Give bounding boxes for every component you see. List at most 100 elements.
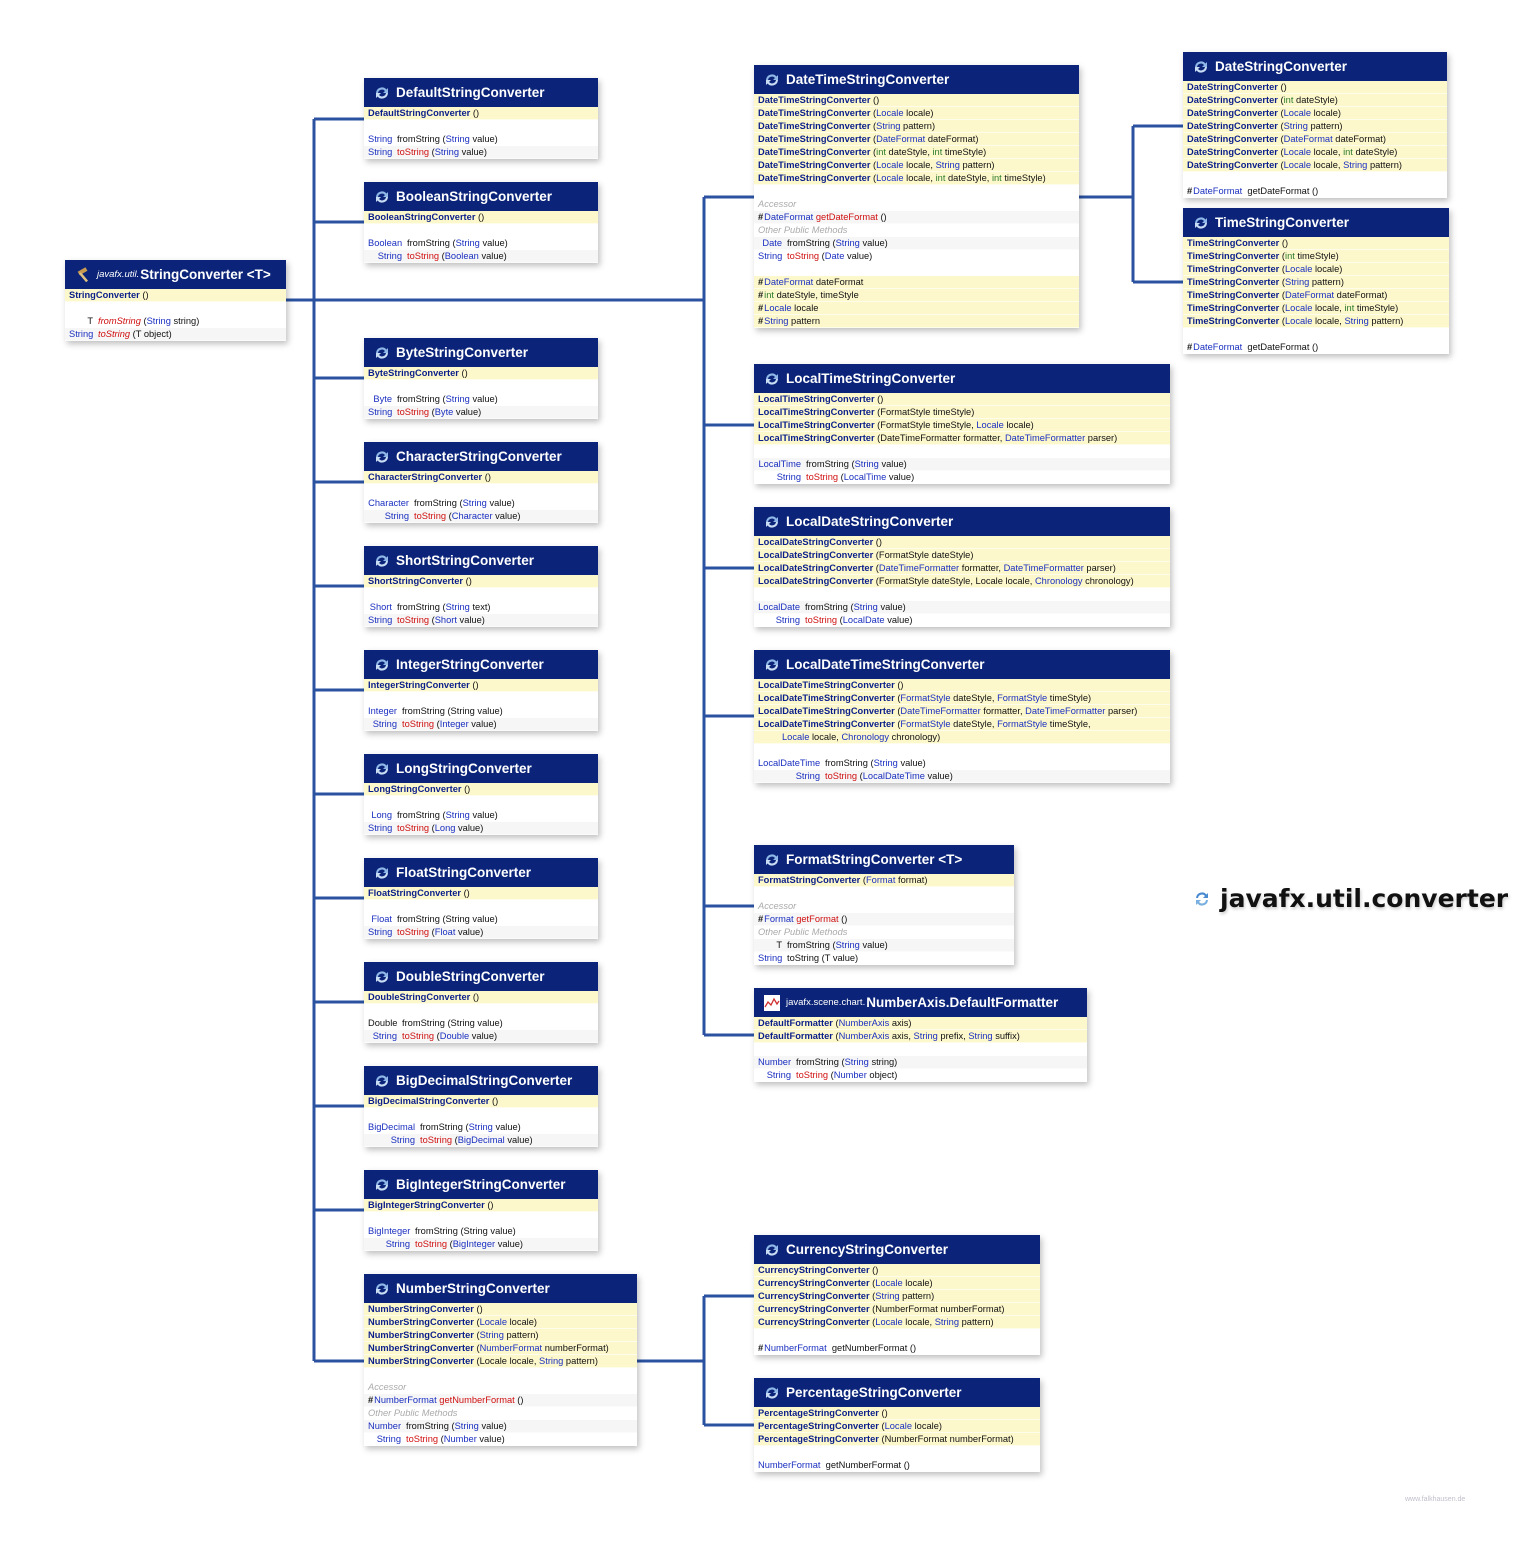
class-header[interactable]: BigDecimalStringConverter bbox=[364, 1066, 598, 1095]
accessor-row[interactable]: #Format getFormat () bbox=[754, 913, 1014, 926]
class-header[interactable]: ShortStringConverter bbox=[364, 546, 598, 575]
class-header[interactable]: LongStringConverter bbox=[364, 754, 598, 783]
method-row[interactable]: String toString (LocalTime value) bbox=[754, 471, 1170, 484]
class-header[interactable]: TimeStringConverter bbox=[1183, 208, 1449, 237]
class-header[interactable]: LocalDateStringConverter bbox=[754, 507, 1170, 536]
constructor-row[interactable]: CurrencyStringConverter (Locale locale, … bbox=[754, 1316, 1040, 1329]
class-box-FormatStringConverter[interactable]: FormatStringConverter <T> FormatStringCon… bbox=[754, 845, 1014, 965]
method-row[interactable]: Long fromString (String value) bbox=[364, 809, 598, 822]
class-box-LongStringConverter[interactable]: LongStringConverter LongStringConverter (… bbox=[364, 754, 598, 835]
constructor-row[interactable]: DoubleStringConverter () bbox=[364, 991, 598, 1004]
constructor-row[interactable]: DateStringConverter (Locale locale, int … bbox=[1183, 146, 1447, 159]
class-box-LocalTimeStringConverter[interactable]: LocalTimeStringConverter LocalTimeStringC… bbox=[754, 364, 1170, 484]
constructor-row[interactable]: DateTimeStringConverter (String pattern) bbox=[754, 120, 1079, 133]
class-box-LocalDateStringConverter[interactable]: LocalDateStringConverter LocalDateStringC… bbox=[754, 507, 1170, 627]
field-row[interactable]: #Locale locale bbox=[754, 302, 1079, 315]
class-box-PercentageStringConverter[interactable]: PercentageStringConverter PercentageStrin… bbox=[754, 1378, 1040, 1472]
constructor-row[interactable]: TimeStringConverter (Locale locale, int … bbox=[1183, 302, 1449, 315]
accessor-row[interactable]: NumberFormat getNumberFormat () bbox=[754, 1459, 1040, 1472]
constructor-row[interactable]: DefaultFormatter (NumberAxis axis, Strin… bbox=[754, 1030, 1087, 1043]
constructor-row[interactable]: FormatStringConverter (Format format) bbox=[754, 874, 1014, 887]
accessor-row[interactable]: #NumberFormat getNumberFormat () bbox=[364, 1394, 637, 1407]
method-row[interactable]: String toString (Double value) bbox=[364, 1030, 598, 1043]
field-row[interactable]: #DateFormat dateFormat bbox=[754, 276, 1079, 289]
method-row[interactable]: String toString (T value) bbox=[754, 952, 1014, 965]
method-row[interactable]: String toString (BigInteger value) bbox=[364, 1238, 598, 1251]
constructor-row[interactable]: DateTimeStringConverter (Locale locale, … bbox=[754, 159, 1079, 172]
method-row[interactable]: Boolean fromString (String value) bbox=[364, 237, 598, 250]
constructor-row[interactable]: DateTimeStringConverter (Locale locale) bbox=[754, 107, 1079, 120]
class-box-FloatStringConverter[interactable]: FloatStringConverter FloatStringConverter… bbox=[364, 858, 598, 939]
method-row[interactable]: String toString (LocalDateTime value) bbox=[754, 770, 1170, 783]
constructor-row[interactable]: TimeStringConverter () bbox=[1183, 237, 1449, 250]
constructor-row[interactable]: TimeStringConverter (Locale locale) bbox=[1183, 263, 1449, 276]
method-row[interactable]: Date fromString (String value) bbox=[754, 237, 1079, 250]
class-header[interactable]: LocalDateTimeStringConverter bbox=[754, 650, 1170, 679]
method-row[interactable]: Character fromString (String value) bbox=[364, 497, 598, 510]
constructor-row[interactable]: DateTimeStringConverter (Locale locale, … bbox=[754, 172, 1079, 185]
class-box-ByteStringConverter[interactable]: ByteStringConverter ByteStringConverter (… bbox=[364, 338, 598, 419]
class-box-DefaultStringConverter[interactable]: DefaultStringConverter DefaultStringConve… bbox=[364, 78, 598, 159]
class-box-DateStringConverter[interactable]: DateStringConverter DateStringConverter (… bbox=[1183, 52, 1447, 198]
constructor-row[interactable]: DateTimeStringConverter (DateFormat date… bbox=[754, 133, 1079, 146]
class-box-BigDecimalStringConverter[interactable]: BigDecimalStringConverter BigDecimalStrin… bbox=[364, 1066, 598, 1147]
class-box-DoubleStringConverter[interactable]: DoubleStringConverter DoubleStringConvert… bbox=[364, 962, 598, 1043]
method-row[interactable]: Byte fromString (String value) bbox=[364, 393, 598, 406]
class-header[interactable]: javafx.util. StringConverter <T> bbox=[65, 260, 286, 289]
method-row[interactable]: String toString (Float value) bbox=[364, 926, 598, 939]
class-header[interactable]: LocalTimeStringConverter bbox=[754, 364, 1170, 393]
method-row[interactable]: String toString (T object) bbox=[65, 328, 286, 341]
constructor-row[interactable]: CurrencyStringConverter (String pattern) bbox=[754, 1290, 1040, 1303]
class-box-BigIntegerStringConverter[interactable]: BigIntegerStringConverter BigIntegerStrin… bbox=[364, 1170, 598, 1251]
class-box-CurrencyStringConverter[interactable]: CurrencyStringConverter CurrencyStringCon… bbox=[754, 1235, 1040, 1355]
constructor-row[interactable]: LocalDateTimeStringConverter (FormatStyl… bbox=[754, 718, 1170, 731]
class-header[interactable]: NumberStringConverter bbox=[364, 1274, 637, 1303]
constructor-row[interactable]: NumberStringConverter (String pattern) bbox=[364, 1329, 637, 1342]
accessor-row[interactable]: #NumberFormat getNumberFormat () bbox=[754, 1342, 1040, 1355]
method-row[interactable]: String toString (LocalDate value) bbox=[754, 614, 1170, 627]
constructor-row[interactable]: NumberStringConverter (NumberFormat numb… bbox=[364, 1342, 637, 1355]
method-row[interactable]: LocalDate fromString (String value) bbox=[754, 601, 1170, 614]
constructor-row[interactable]: NumberStringConverter (Locale locale) bbox=[364, 1316, 637, 1329]
method-row[interactable]: String toString (Number object) bbox=[754, 1069, 1087, 1082]
constructor-row[interactable]: TimeStringConverter (Locale locale, Stri… bbox=[1183, 315, 1449, 328]
method-row[interactable]: Float fromString (String value) bbox=[364, 913, 598, 926]
class-header[interactable]: BooleanStringConverter bbox=[364, 182, 598, 211]
class-header[interactable]: CharacterStringConverter bbox=[364, 442, 598, 471]
constructor-row[interactable]: ByteStringConverter () bbox=[364, 367, 598, 380]
field-row[interactable]: #String pattern bbox=[754, 315, 1079, 328]
class-header[interactable]: CurrencyStringConverter bbox=[754, 1235, 1040, 1264]
method-row[interactable]: Integer fromString (String value) bbox=[364, 705, 598, 718]
class-header[interactable]: FloatStringConverter bbox=[364, 858, 598, 887]
class-header[interactable]: IntegerStringConverter bbox=[364, 650, 598, 679]
constructor-row[interactable]: PercentageStringConverter () bbox=[754, 1407, 1040, 1420]
constructor-row[interactable]: DateStringConverter (int dateStyle) bbox=[1183, 94, 1447, 107]
constructor-row[interactable]: DefaultFormatter (NumberAxis axis) bbox=[754, 1017, 1087, 1030]
class-box-StringConverter[interactable]: javafx.util. StringConverter <T> StringCon… bbox=[65, 260, 286, 341]
constructor-row[interactable]: DateStringConverter (String pattern) bbox=[1183, 120, 1447, 133]
constructor-row[interactable]: IntegerStringConverter () bbox=[364, 679, 598, 692]
class-header[interactable]: DoubleStringConverter bbox=[364, 962, 598, 991]
constructor-row[interactable]: BigDecimalStringConverter () bbox=[364, 1095, 598, 1108]
class-header[interactable]: ByteStringConverter bbox=[364, 338, 598, 367]
constructor-row[interactable]: NumberStringConverter () bbox=[364, 1303, 637, 1316]
constructor-row[interactable]: DateTimeStringConverter () bbox=[754, 94, 1079, 107]
constructor-row[interactable]: LocalDateTimeStringConverter (FormatStyl… bbox=[754, 692, 1170, 705]
class-header[interactable]: DateTimeStringConverter bbox=[754, 65, 1079, 94]
constructor-row[interactable]: DefaultStringConverter () bbox=[364, 107, 598, 120]
class-box-IntegerStringConverter[interactable]: IntegerStringConverter IntegerStringConve… bbox=[364, 650, 598, 731]
class-box-BooleanStringConverter[interactable]: BooleanStringConverter BooleanStringConve… bbox=[364, 182, 598, 263]
method-row[interactable]: String toString (String value) bbox=[364, 146, 598, 159]
constructor-row[interactable]: CharacterStringConverter () bbox=[364, 471, 598, 484]
method-row[interactable]: String fromString (String value) bbox=[364, 133, 598, 146]
method-row[interactable]: Number fromString (String value) bbox=[364, 1420, 637, 1433]
constructor-row[interactable]: LocalTimeStringConverter () bbox=[754, 393, 1170, 406]
method-row[interactable]: String toString (Date value) bbox=[754, 250, 1079, 263]
method-row[interactable]: Double fromString (String value) bbox=[364, 1017, 598, 1030]
watermark[interactable]: www.falkhausen.de bbox=[1405, 1496, 1465, 1503]
accessor-row[interactable]: #DateFormat getDateFormat () bbox=[1183, 341, 1449, 354]
constructor-row[interactable]: CurrencyStringConverter (NumberFormat nu… bbox=[754, 1303, 1040, 1316]
constructor-row[interactable]: BigIntegerStringConverter () bbox=[364, 1199, 598, 1212]
constructor-row[interactable]: LocalTimeStringConverter (FormatStyle ti… bbox=[754, 419, 1170, 432]
constructor-row[interactable]: PercentageStringConverter (Locale locale… bbox=[754, 1420, 1040, 1433]
